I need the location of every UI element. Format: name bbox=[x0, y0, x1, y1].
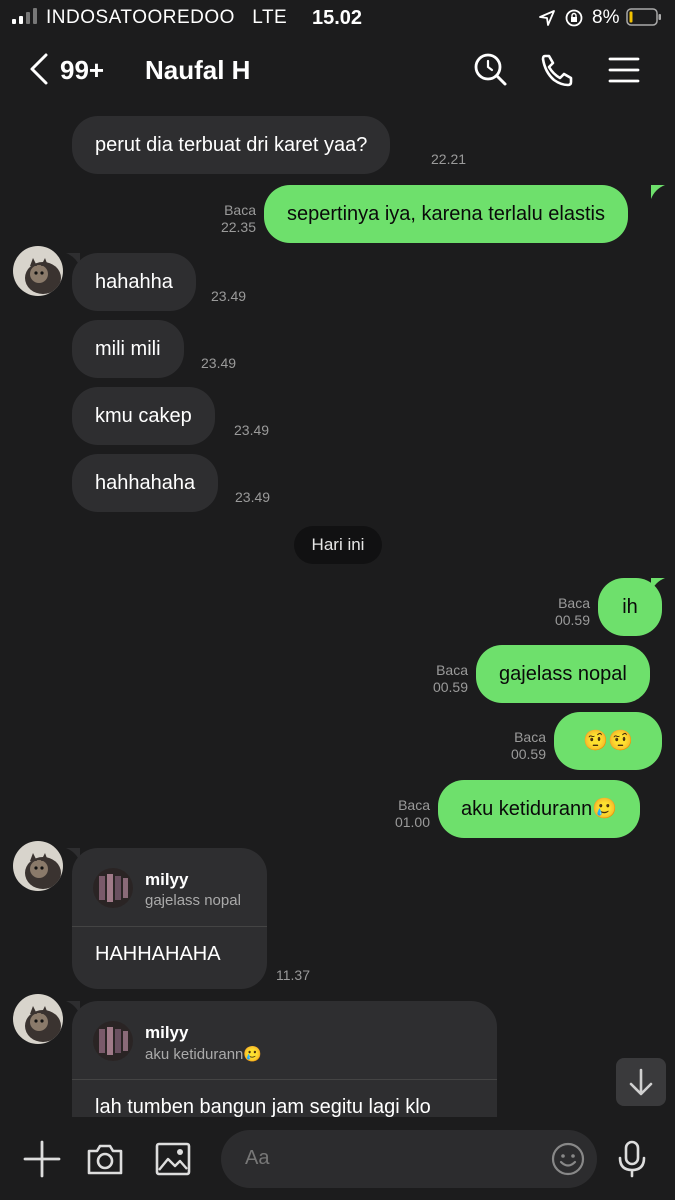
chat-header: 99+ Naufal H bbox=[0, 36, 675, 106]
message-input[interactable]: Aa bbox=[221, 1130, 597, 1188]
plus-icon[interactable] bbox=[22, 1139, 62, 1179]
read-label: Baca bbox=[558, 595, 590, 611]
phone-icon[interactable] bbox=[537, 50, 577, 90]
message-text: 🤨🤨 bbox=[583, 730, 633, 752]
message-time: 11.37 bbox=[276, 967, 310, 983]
message-text: aku ketidurann🥲 bbox=[461, 798, 618, 820]
message-text: sepertinya iya, karena terlalu elastis bbox=[287, 203, 605, 225]
battery-percentage: 8% bbox=[592, 7, 620, 28]
scroll-to-bottom-button[interactable] bbox=[616, 1058, 666, 1106]
message-text: perut dia terbuat dri karet yaa? bbox=[95, 134, 368, 156]
battery-icon bbox=[626, 8, 661, 26]
quoted-sender: milyy bbox=[145, 1023, 189, 1042]
outgoing-message[interactable]: sepertinya iya, karena terlalu elastis bbox=[264, 185, 628, 243]
message-time: 23.49 bbox=[211, 288, 247, 304]
message-text: HAHHAHAHA bbox=[95, 943, 221, 965]
reply-message[interactable]: milyy gajelass nopal HAHHAHAHA bbox=[72, 848, 267, 989]
microphone-icon[interactable] bbox=[612, 1139, 652, 1179]
incoming-message[interactable]: hahahha bbox=[72, 253, 196, 311]
arrow-down-icon bbox=[629, 1068, 653, 1096]
unread-count[interactable]: 99+ bbox=[60, 55, 104, 86]
contact-name[interactable]: Naufal H bbox=[145, 55, 250, 86]
message-time: 22.35 bbox=[220, 219, 256, 235]
message-time: 22.21 bbox=[431, 151, 467, 167]
message-time: 23.49 bbox=[234, 422, 270, 438]
contact-avatar[interactable] bbox=[13, 841, 63, 891]
chat-area[interactable]: perut dia terbuat dri karet yaa? 22.21 B… bbox=[0, 0, 675, 1117]
message-time: 23.49 bbox=[201, 355, 237, 371]
menu-icon[interactable] bbox=[604, 50, 644, 90]
reply-message[interactable]: milyy aku ketidurann🥲 lah tumben bangun … bbox=[72, 1001, 497, 1117]
network-type: LTE bbox=[252, 7, 288, 28]
quoted-avatar bbox=[93, 1021, 133, 1061]
outgoing-message[interactable]: gajelass nopal bbox=[476, 645, 650, 703]
outgoing-message[interactable]: aku ketidurann🥲 bbox=[438, 780, 641, 838]
message-text: lah tumben bangun jam segitu lagi klo bbox=[95, 1096, 431, 1117]
reply-quote-header[interactable]: milyy aku ketidurann🥲 bbox=[72, 1001, 497, 1080]
message-time: 23.49 bbox=[235, 489, 271, 505]
message-text: kmu cakep bbox=[95, 405, 192, 427]
outgoing-message[interactable]: 🤨🤨 bbox=[554, 712, 662, 770]
quoted-avatar bbox=[93, 868, 133, 908]
clock: 15.02 bbox=[312, 7, 363, 29]
read-receipt: Baca 00.59 bbox=[408, 662, 468, 696]
incoming-message[interactable]: kmu cakep bbox=[72, 387, 215, 445]
carrier-name: INDOSATOOREDOO LTE bbox=[46, 7, 287, 29]
search-icon[interactable] bbox=[470, 50, 510, 90]
read-label: Baca bbox=[514, 729, 546, 745]
message-time: 00.59 bbox=[554, 612, 590, 628]
read-receipt: Baca 00.59 bbox=[486, 729, 546, 763]
read-label: Baca bbox=[224, 202, 256, 218]
image-icon[interactable] bbox=[153, 1139, 193, 1179]
message-text: ih bbox=[622, 596, 638, 618]
message-time: 00.59 bbox=[432, 679, 468, 695]
message-text: gajelass nopal bbox=[499, 663, 627, 685]
contact-avatar[interactable] bbox=[13, 246, 63, 296]
read-label: Baca bbox=[398, 797, 430, 813]
location-arrow-icon bbox=[539, 10, 555, 26]
bubble-tail bbox=[651, 185, 665, 199]
incoming-message[interactable]: hahhahaha bbox=[72, 454, 219, 512]
emoji-icon[interactable] bbox=[551, 1142, 585, 1176]
message-text: hahhahaha bbox=[95, 472, 196, 494]
status-bar: INDOSATOOREDOO LTE 15.02 8% bbox=[0, 0, 675, 36]
composer-bar: Aa bbox=[0, 1117, 675, 1200]
incoming-message[interactable]: mili mili bbox=[72, 320, 184, 378]
contact-avatar[interactable] bbox=[13, 994, 63, 1044]
reply-quote-header[interactable]: milyy gajelass nopal bbox=[72, 848, 267, 927]
incoming-message[interactable]: perut dia terbuat dri karet yaa? bbox=[72, 116, 391, 174]
carrier-label: INDOSATOOREDOO bbox=[46, 7, 235, 28]
back-chevron-icon[interactable] bbox=[28, 52, 50, 86]
quoted-text: aku ketidurann🥲 bbox=[145, 1046, 263, 1063]
quoted-text: gajelass nopal bbox=[145, 892, 241, 909]
read-receipt: Baca 01.00 bbox=[370, 797, 430, 831]
camera-icon[interactable] bbox=[85, 1139, 125, 1179]
message-time: 00.59 bbox=[510, 746, 546, 762]
message-time: 01.00 bbox=[394, 814, 430, 830]
rotation-lock-icon bbox=[565, 9, 583, 27]
bubble-tail bbox=[651, 578, 665, 592]
read-label: Baca bbox=[436, 662, 468, 678]
message-text: hahahha bbox=[95, 271, 173, 293]
message-text: mili mili bbox=[95, 338, 161, 360]
read-receipt: Baca 00.59 bbox=[530, 595, 590, 629]
quoted-sender: milyy bbox=[145, 870, 189, 889]
date-divider: Hari ini bbox=[294, 526, 382, 564]
message-input-placeholder: Aa bbox=[245, 1147, 270, 1169]
signal-strength-icon bbox=[12, 8, 40, 24]
read-receipt: Baca 22.35 bbox=[190, 202, 256, 236]
